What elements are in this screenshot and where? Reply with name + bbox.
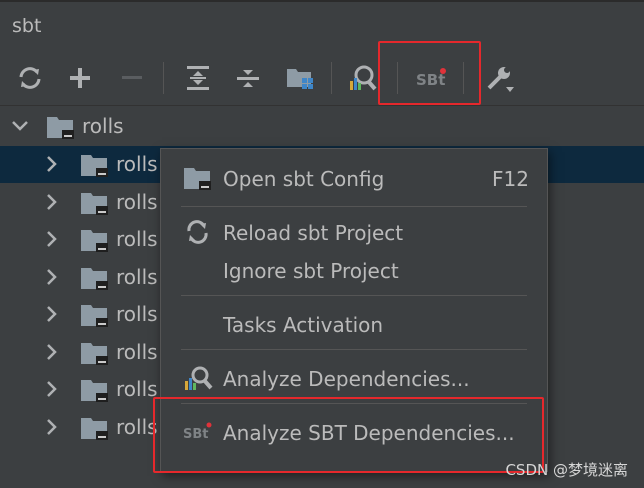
folder-config-icon <box>184 168 211 190</box>
analyze-dependencies-icon[interactable] <box>346 62 378 94</box>
collapse-all-icon[interactable] <box>232 62 264 94</box>
tree-root-label: rolls <box>82 114 124 138</box>
module-folder-icon <box>81 380 108 402</box>
module-folder-icon <box>81 305 108 327</box>
plus-icon[interactable] <box>64 62 96 94</box>
minus-icon <box>116 62 148 94</box>
menu-highlight-box <box>153 397 544 473</box>
chevron-right-icon[interactable] <box>42 417 62 437</box>
module-folder-icon <box>81 192 108 215</box>
tree-item-label: rolls <box>116 264 158 289</box>
tool-window-title: sbt <box>12 15 42 37</box>
refresh-icon <box>187 220 208 244</box>
watermark: CSDN @梦境迷离 <box>505 461 628 479</box>
chevron-right-icon[interactable] <box>42 192 62 212</box>
analyze-dependencies-icon <box>185 366 213 390</box>
tree-item-label: rolls <box>116 302 158 326</box>
menu-item-tasks-activation[interactable]: Tasks Activation <box>161 301 547 345</box>
chevron-right-icon[interactable] <box>42 267 62 287</box>
shortcut-label: F12 <box>492 167 529 191</box>
folder-modules-icon[interactable] <box>284 62 316 94</box>
tool-window-header: sbt <box>0 0 644 50</box>
menu-item-open-sbt-config[interactable]: Open sbt Config F12 <box>161 155 547 199</box>
wrench-icon[interactable] <box>484 62 516 94</box>
tree-root-row[interactable]: rolls <box>0 108 644 145</box>
tree-item-label: rolls <box>116 152 158 176</box>
chevron-right-icon[interactable] <box>42 342 62 362</box>
toolbar-separator <box>331 62 332 94</box>
toolbar-highlight-box <box>378 41 481 105</box>
tree-item-label: rolls <box>116 377 158 401</box>
refresh-icon[interactable] <box>14 62 46 94</box>
module-folder-icon <box>47 117 74 139</box>
menu-item-ignore-sbt-project[interactable]: Ignore sbt Project <box>161 247 547 291</box>
chevron-right-icon[interactable] <box>42 304 62 324</box>
module-folder-icon <box>81 417 108 440</box>
menu-separator <box>181 295 527 296</box>
toolbar-separator <box>163 62 164 94</box>
menu-item-analyze-dependencies[interactable]: Analyze Dependencies... <box>161 355 547 399</box>
tree-item-label: rolls <box>116 339 158 364</box>
chevron-down-icon[interactable] <box>10 116 30 136</box>
toolbar: SBt <box>0 50 644 106</box>
module-folder-icon <box>81 267 108 290</box>
tree-item-label: rolls <box>116 189 158 214</box>
tree-item-label: rolls <box>116 414 158 439</box>
menu-separator <box>181 206 527 207</box>
chevron-right-icon[interactable] <box>42 379 62 399</box>
module-folder-icon <box>81 230 108 252</box>
expand-all-icon[interactable] <box>182 62 214 94</box>
module-folder-icon <box>81 342 108 365</box>
chevron-right-icon[interactable] <box>42 229 62 249</box>
chevron-right-icon[interactable] <box>42 154 62 174</box>
module-folder-icon <box>81 155 108 177</box>
menu-separator <box>181 349 527 350</box>
tree-item-label: rolls <box>116 227 158 251</box>
